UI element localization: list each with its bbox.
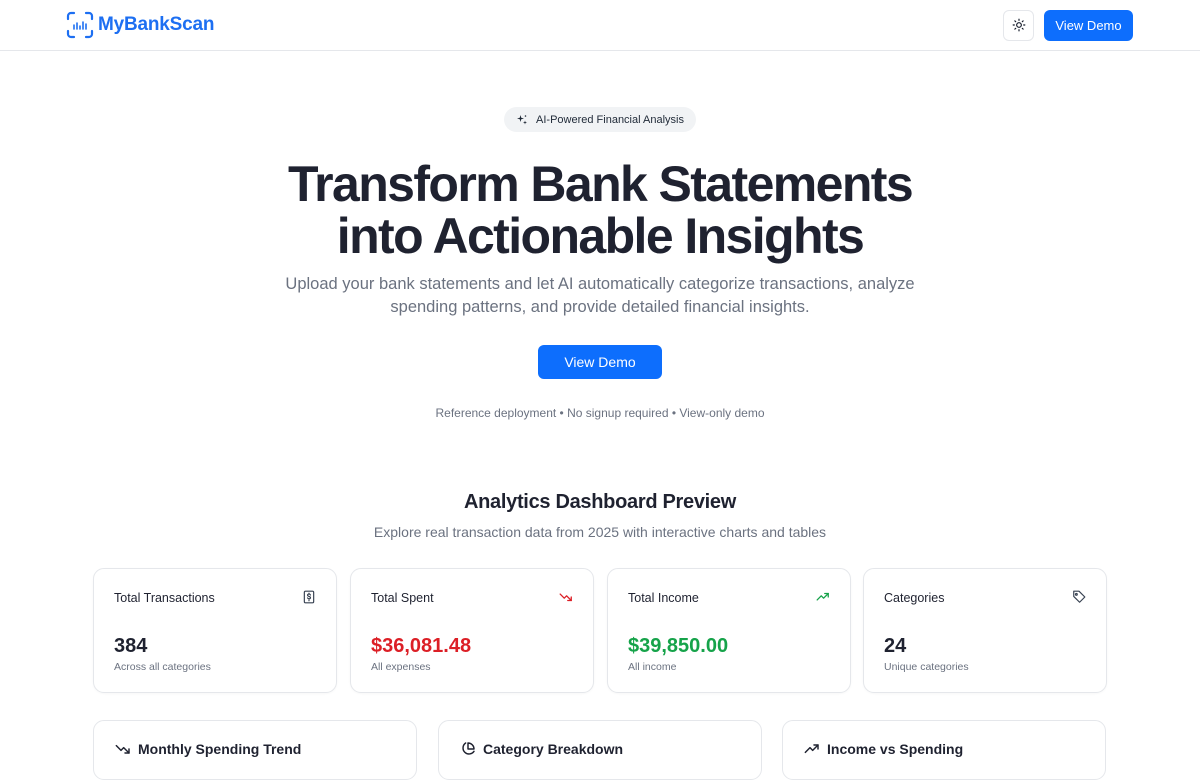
- stat-card-total-transactions: Total Transactions 384 Across all catego…: [93, 568, 337, 693]
- stat-desc: All expenses: [371, 661, 431, 673]
- stat-card-total-income: Total Income $39,850.00 All income: [607, 568, 851, 693]
- hero-title: Transform Bank Statements into Actionabl…: [0, 158, 1200, 262]
- trending-up-icon: [804, 744, 819, 754]
- stat-desc: All income: [628, 661, 677, 673]
- chart-title: Monthly Spending Trend: [138, 741, 302, 757]
- trending-down-icon: [115, 744, 130, 754]
- hero-note: Reference deployment • No signup require…: [435, 406, 765, 420]
- stat-label: Total Transactions: [114, 591, 215, 605]
- stat-value: $36,081.48: [371, 635, 472, 657]
- header-view-demo-button[interactable]: View Demo: [1044, 9, 1133, 41]
- chart-card-category-breakdown: Category Breakdown: [438, 720, 762, 780]
- hero-subtitle: Upload your bank statements and let AI a…: [285, 275, 915, 316]
- stat-value: 24: [884, 635, 907, 657]
- receipt-icon: [303, 590, 315, 604]
- preview-title: Analytics Dashboard Preview: [463, 491, 736, 513]
- stat-value: 384: [114, 635, 148, 657]
- tag-icon: [1073, 590, 1086, 603]
- chart-card-title: Category Breakdown: [460, 741, 623, 757]
- chart-title: Income vs Spending: [827, 741, 964, 757]
- chart-card-income-vs-spending: Income vs Spending: [782, 720, 1106, 780]
- brand-name: MyBankScan: [98, 14, 215, 35]
- stat-label: Total Income: [628, 591, 699, 605]
- stat-card-categories: Categories 24 Unique categories: [863, 568, 1107, 693]
- chart-title: Category Breakdown: [483, 741, 624, 757]
- hero-badge: AI-Powered Financial Analysis: [504, 107, 696, 132]
- stat-value: $39,850.00: [628, 635, 729, 657]
- chart-card-title: Income vs Spending: [804, 741, 963, 757]
- stat-card-total-spent: Total Spent $36,081.48 All expenses: [350, 568, 594, 693]
- scan-logo-icon: [66, 11, 94, 39]
- stat-label: Total Spent: [371, 591, 434, 605]
- trending-down-icon: [559, 593, 572, 602]
- sparkles-icon: [517, 114, 528, 124]
- chart-card-monthly-spending: Monthly Spending Trend: [93, 720, 417, 780]
- hero-view-demo-button[interactable]: View Demo: [538, 345, 662, 379]
- hero-title-line2: into Actionable Insights: [336, 208, 865, 264]
- stat-desc: Across all categories: [114, 661, 211, 673]
- brand[interactable]: MyBankScan: [66, 11, 214, 39]
- hero-title-line1: Transform Bank Statements: [287, 156, 914, 212]
- preview-subtitle: Explore real transaction data from 2025 …: [373, 524, 827, 540]
- chart-card-title: Monthly Spending Trend: [115, 741, 301, 757]
- sun-icon: [1012, 18, 1025, 32]
- top-nav: MyBankScan View Demo: [0, 0, 1200, 51]
- theme-toggle-button[interactable]: [1003, 9, 1034, 41]
- header-actions: View Demo: [1003, 9, 1133, 41]
- stat-label: Categories: [884, 591, 945, 605]
- hero-badge-label: AI-Powered Financial Analysis: [536, 113, 684, 126]
- pie-chart-icon: [462, 742, 475, 755]
- trending-up-icon: [816, 592, 829, 601]
- stat-desc: Unique categories: [884, 661, 969, 673]
